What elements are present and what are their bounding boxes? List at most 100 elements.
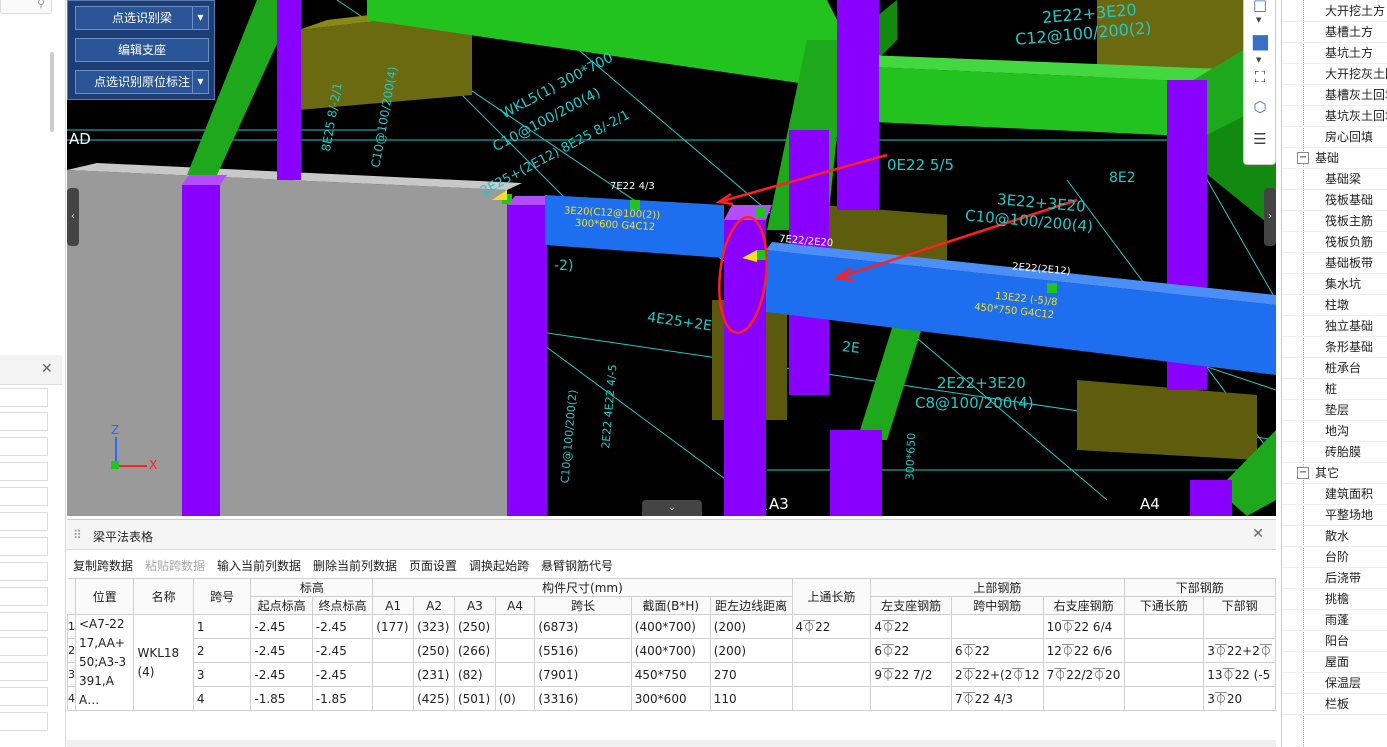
paste-span-data-button[interactable]: 粘贴跨数据 bbox=[145, 557, 205, 574]
left-list-row[interactable] bbox=[0, 612, 48, 631]
a1-cell[interactable] bbox=[372, 662, 415, 687]
settings-list-icon[interactable]: ☰ bbox=[1251, 130, 1269, 148]
left-collapse-tab[interactable]: ‹ bbox=[67, 188, 79, 246]
tree-item[interactable]: 砖胎膜 bbox=[1282, 442, 1387, 463]
tree-item[interactable]: 台阶 bbox=[1282, 547, 1387, 568]
left-list-row[interactable] bbox=[0, 687, 48, 706]
mid-span-cell[interactable]: 7⏁22 4/3 bbox=[951, 686, 1044, 711]
tree-item[interactable]: 基槽土方 bbox=[1282, 22, 1387, 43]
edge-distance-cell[interactable]: 270 bbox=[709, 662, 793, 687]
table-row[interactable]: 3 3 -2.45 -2.45 (231) (82) (7901) 450*750 270 9⏁2… bbox=[67, 662, 1276, 687]
tree-item[interactable]: 挑檐 bbox=[1282, 589, 1387, 610]
chevron-down-icon[interactable]: ▼ bbox=[1256, 56, 1261, 64]
3d-model-canvas[interactable] bbox=[67, 0, 1276, 516]
tree-item[interactable]: 基坑土方 bbox=[1282, 43, 1387, 64]
top-through-cell[interactable] bbox=[791, 662, 872, 687]
bottom-through-cell[interactable] bbox=[1123, 686, 1205, 711]
right-support-cell[interactable]: 12⏁22 6/6 bbox=[1042, 638, 1125, 663]
bottom-through-cell[interactable] bbox=[1123, 662, 1205, 687]
column-header-a1[interactable]: A1 bbox=[372, 596, 415, 615]
drag-handle-icon[interactable]: ⠿ bbox=[73, 528, 82, 542]
tree-item[interactable]: 保温层 bbox=[1282, 673, 1387, 694]
bottom-rebar-cell[interactable]: 13⏁22 (-5 bbox=[1203, 662, 1276, 687]
close-icon[interactable]: ✕ bbox=[1252, 526, 1264, 542]
dropdown-arrow-icon[interactable]: ▼ bbox=[192, 71, 208, 93]
bottom-through-cell[interactable] bbox=[1123, 614, 1205, 639]
section-cell[interactable]: 300*600 bbox=[630, 686, 711, 711]
a3-cell[interactable]: (250) bbox=[453, 614, 496, 639]
a3-cell[interactable]: (501) bbox=[453, 686, 496, 711]
left-list-row[interactable] bbox=[0, 712, 48, 731]
column-header-end-elevation[interactable]: 终点标高 bbox=[311, 596, 374, 615]
collapse-icon[interactable]: − bbox=[1297, 152, 1309, 164]
tree-item[interactable]: 散水 bbox=[1282, 526, 1387, 547]
tree-item[interactable]: 桩 bbox=[1282, 379, 1387, 400]
start-elevation-cell[interactable]: -2.45 bbox=[250, 614, 313, 639]
left-support-cell[interactable] bbox=[870, 686, 953, 711]
column-header-right-support[interactable]: 右支座钢筋 bbox=[1042, 596, 1125, 615]
end-elevation-cell[interactable]: -2.45 bbox=[311, 614, 374, 639]
start-elevation-cell[interactable]: -2.45 bbox=[250, 662, 313, 687]
span-cell[interactable]: 2 bbox=[192, 638, 252, 663]
tree-item[interactable]: 基础梁 bbox=[1282, 169, 1387, 190]
pick-identify-beam-button[interactable]: 点选识别梁 ▼ bbox=[75, 6, 209, 30]
column-header-name[interactable]: 名称 bbox=[133, 578, 194, 615]
tree-item[interactable]: 大开挖土方 bbox=[1282, 1, 1387, 22]
left-support-cell[interactable]: 4⏁22 bbox=[870, 614, 953, 639]
column-header-position[interactable]: 位置 bbox=[74, 578, 135, 615]
left-list-row[interactable] bbox=[0, 587, 48, 606]
table-row[interactable]: 4 4 -1.85 -1.85 (425) (501) (0) (3316) 300*600 11… bbox=[67, 686, 1276, 711]
position-cell[interactable]: <A7-2217,AA+50;A3-3391,AA… bbox=[74, 614, 135, 711]
top-through-cell[interactable] bbox=[791, 686, 872, 711]
section-cell[interactable]: (400*700) bbox=[630, 638, 711, 663]
a1-cell[interactable] bbox=[372, 638, 415, 663]
tree-item[interactable]: 集水坑 bbox=[1282, 274, 1387, 295]
cube-outline-icon[interactable]: □ bbox=[1251, 0, 1269, 14]
a1-cell[interactable] bbox=[372, 686, 415, 711]
left-list-row[interactable] bbox=[0, 637, 48, 656]
tree-item[interactable]: 房心回填 bbox=[1282, 127, 1387, 148]
edge-distance-cell[interactable]: (200) bbox=[709, 638, 793, 663]
column-header-mid-span[interactable]: 跨中钢筋 bbox=[951, 596, 1044, 615]
start-elevation-cell[interactable]: -2.45 bbox=[250, 638, 313, 663]
page-setup-button[interactable]: 页面设置 bbox=[409, 557, 457, 574]
right-support-cell[interactable] bbox=[1042, 686, 1125, 711]
end-elevation-cell[interactable]: -2.45 bbox=[311, 638, 374, 663]
left-support-cell[interactable]: 9⏁22 7/2 bbox=[870, 662, 953, 687]
edit-support-button[interactable]: 编辑支座 bbox=[75, 38, 209, 62]
column-header-bottom-rebar[interactable]: 下部钢 bbox=[1203, 596, 1276, 615]
column-header-bottom-through[interactable]: 下通长筋 bbox=[1123, 596, 1205, 615]
a1-cell[interactable]: (177) bbox=[372, 614, 415, 639]
tree-item[interactable]: 屋面 bbox=[1282, 652, 1387, 673]
column-header-edge-distance[interactable]: 距左边线距离 bbox=[709, 596, 793, 615]
left-search-box[interactable]: ⚲ bbox=[0, 0, 52, 14]
a4-cell[interactable]: (0) bbox=[494, 686, 536, 711]
tree-item[interactable]: 筏板基础 bbox=[1282, 190, 1387, 211]
left-list-row[interactable] bbox=[0, 562, 48, 581]
table-row[interactable]: 1 <A7-2217,AA+50;A3-3391,AA… WKL18(4) 1 -2.4… bbox=[67, 614, 1276, 711]
tree-item[interactable]: 栏板 bbox=[1282, 694, 1387, 715]
span-cell[interactable]: 3 bbox=[192, 662, 252, 687]
name-cell[interactable]: WKL18(4) bbox=[133, 614, 194, 711]
span-cell[interactable]: 1 bbox=[192, 614, 252, 639]
tree-item[interactable]: 垫层 bbox=[1282, 400, 1387, 421]
tree-item[interactable]: 柱墩 bbox=[1282, 295, 1387, 316]
tree-group-node[interactable]: − 基础 bbox=[1282, 148, 1387, 169]
rotate-view-icon[interactable]: ⬡ bbox=[1251, 98, 1269, 116]
column-header-left-support[interactable]: 左支座钢筋 bbox=[870, 596, 953, 615]
left-support-cell[interactable]: 6⏁22 bbox=[870, 638, 953, 663]
right-support-cell[interactable]: 10⏁22 6/4 bbox=[1042, 614, 1125, 639]
a2-cell[interactable]: (425) bbox=[413, 686, 455, 711]
span-length-cell[interactable]: (5516) bbox=[534, 638, 632, 663]
start-elevation-cell[interactable]: -1.85 bbox=[250, 686, 313, 711]
chevron-down-icon[interactable]: ▼ bbox=[1256, 16, 1261, 24]
tree-item[interactable]: 基础板带 bbox=[1282, 253, 1387, 274]
column-header-start-elevation[interactable]: 起点标高 bbox=[250, 596, 313, 615]
left-list-row[interactable] bbox=[0, 537, 48, 556]
column-header-section[interactable]: 截面(B*H) bbox=[630, 596, 711, 615]
tree-item[interactable]: 筏板主筋 bbox=[1282, 211, 1387, 232]
span-length-cell[interactable]: (3316) bbox=[534, 686, 632, 711]
tree-item[interactable]: 建筑面积 bbox=[1282, 484, 1387, 505]
column-header-a3[interactable]: A3 bbox=[453, 596, 496, 615]
right-support-cell[interactable]: 7⏁22/2⏁20 bbox=[1042, 662, 1125, 687]
